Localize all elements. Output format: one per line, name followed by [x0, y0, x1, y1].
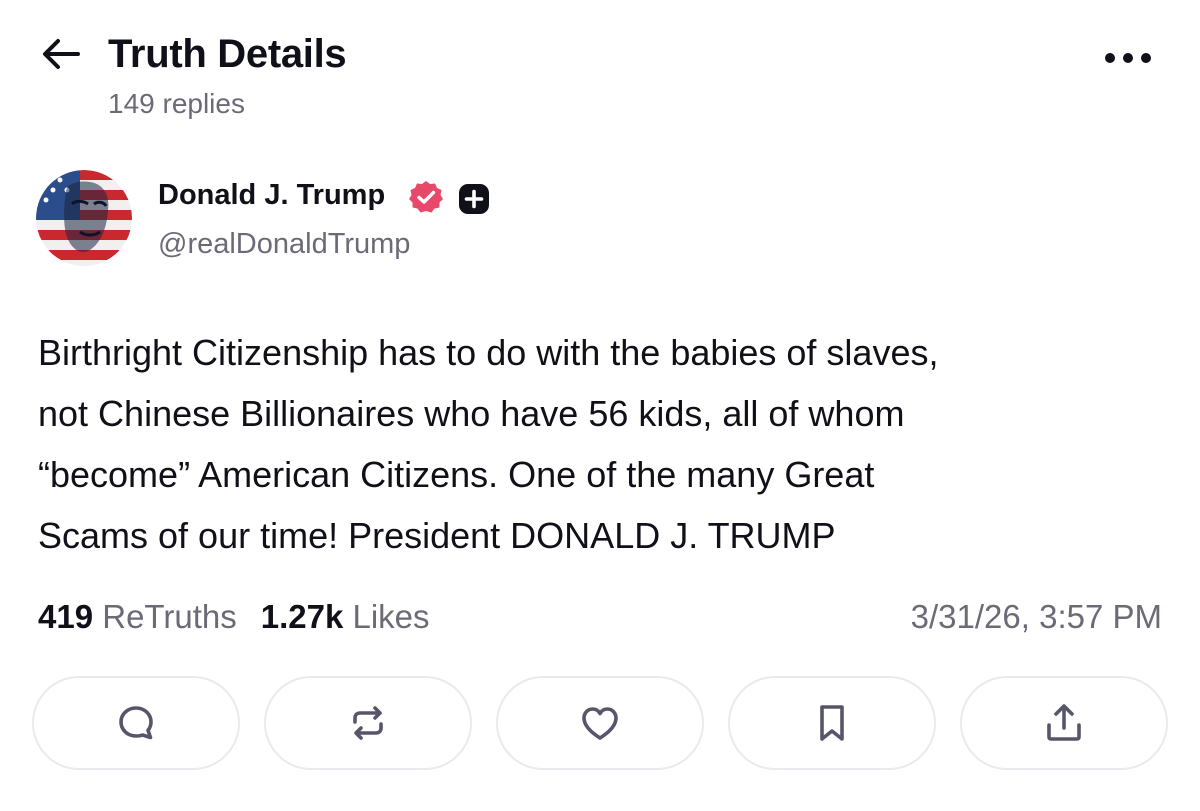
action-bar: [32, 676, 1168, 772]
retruths-stat[interactable]: 419 ReTruths: [38, 598, 237, 635]
like-button[interactable]: [496, 676, 704, 770]
avatar[interactable]: [36, 170, 132, 266]
share-button[interactable]: [960, 676, 1168, 770]
reply-icon: [119, 706, 153, 740]
post-timestamp: 3/31/26, 3:57 PM: [910, 598, 1162, 635]
like-heart-icon: [582, 707, 618, 740]
arrow-left-icon: [43, 39, 80, 69]
verified-badge-icon: [408, 179, 444, 215]
retruth-button[interactable]: [264, 676, 472, 770]
back-button[interactable]: [38, 34, 86, 74]
likes-count: 1.27k: [260, 598, 344, 635]
plus-badge-icon: [458, 183, 490, 215]
bookmark-button[interactable]: [728, 676, 936, 770]
avatar-image: [36, 170, 132, 266]
bookmark-icon: [820, 705, 844, 741]
retruths-count: 419: [38, 598, 94, 635]
share-icon: [1047, 704, 1081, 741]
likes-stat[interactable]: 1.27k Likes: [261, 598, 430, 635]
retruths-label: ReTruths: [102, 598, 237, 635]
retruth-icon: [353, 706, 383, 740]
page-title: Truth Details: [108, 32, 347, 76]
reply-button[interactable]: [32, 676, 240, 770]
likes-label: Likes: [352, 598, 430, 635]
more-horizontal-icon: [1105, 53, 1151, 63]
more-options-button[interactable]: [1100, 44, 1156, 72]
author-name[interactable]: Donald J. Trump: [158, 176, 385, 214]
reply-count: 149 replies: [108, 88, 245, 119]
author-handle[interactable]: @realDonaldTrump: [158, 225, 410, 263]
post-text: Birthright Citizenship has to do with th…: [38, 332, 939, 556]
post-stats: 419 ReTruths 1.27k Likes: [38, 596, 430, 638]
